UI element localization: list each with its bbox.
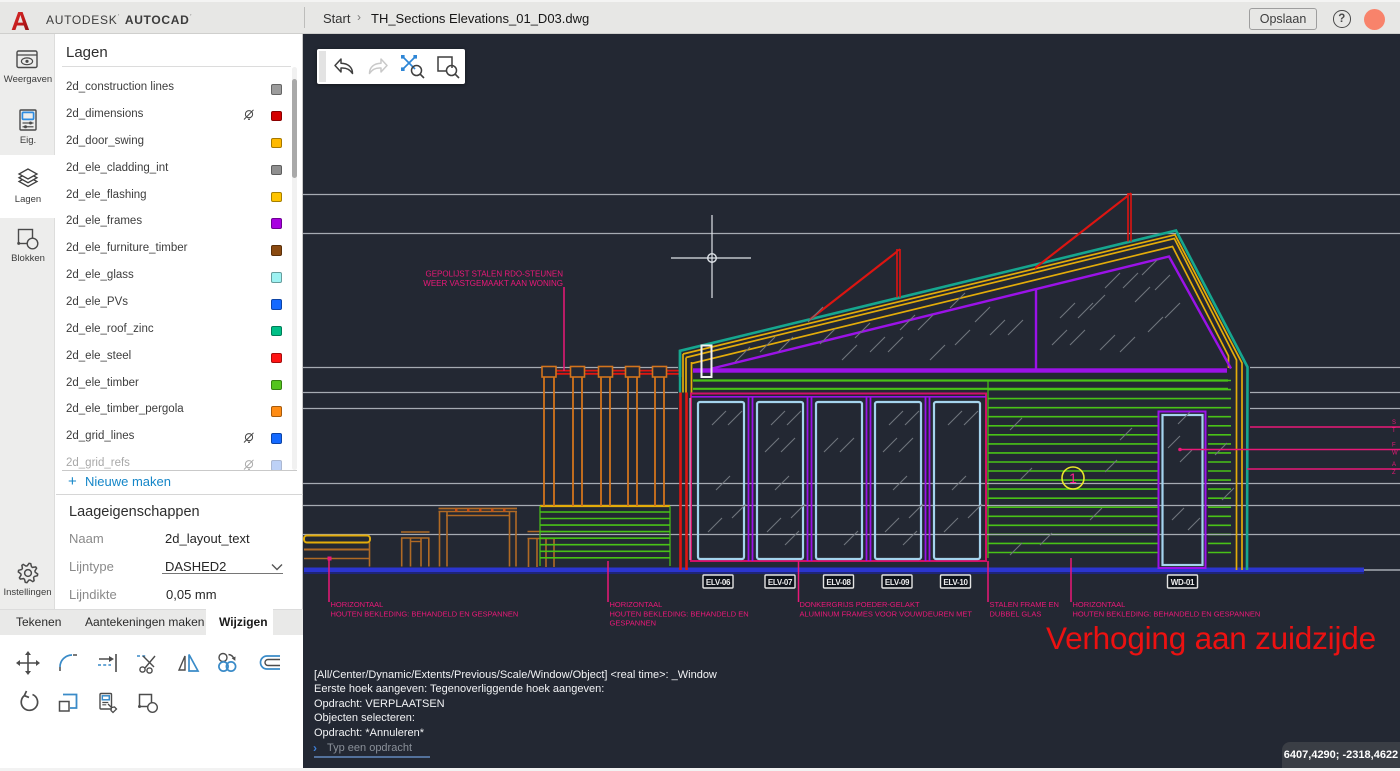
svg-text:DUBBEL GLAS: DUBBEL GLAS <box>990 609 1042 618</box>
svg-text:DONKERGRIJS POEDER-GELAKT: DONKERGRIJS POEDER-GELAKT <box>800 600 920 609</box>
svg-text:ELV-08: ELV-08 <box>826 578 851 587</box>
svg-text:A: A <box>11 7 30 32</box>
svg-text:WEER VASTGEMAAKT AAN WONING: WEER VASTGEMAAKT AAN WONING <box>423 279 563 288</box>
svg-text:ELV-10: ELV-10 <box>943 578 968 587</box>
svg-text:HOUTEN BEKLEDING: BEHANDELD EN: HOUTEN BEKLEDING: BEHANDELD EN GESPANNEN <box>331 609 519 618</box>
svg-text:Z: Z <box>1392 470 1396 476</box>
svg-text:HORIZONTAAL: HORIZONTAAL <box>610 600 663 609</box>
svg-text:ELV-09: ELV-09 <box>885 578 910 587</box>
svg-text:A: A <box>1392 462 1396 468</box>
svg-text:WD-01: WD-01 <box>1171 578 1195 587</box>
svg-text:ELV-06: ELV-06 <box>706 578 731 587</box>
svg-text:S: S <box>1392 420 1396 426</box>
svg-text:Verhoging aan zuidzijde: Verhoging aan zuidzijde <box>1046 620 1376 656</box>
svg-text:HOUTEN BEKLEDING: BEHANDELD EN: HOUTEN BEKLEDING: BEHANDELD EN GESPANNEN <box>1073 609 1261 618</box>
svg-text:T: T <box>1392 428 1396 434</box>
svg-text:STALEN FRAME EN: STALEN FRAME EN <box>990 600 1059 609</box>
svg-text:ALUMINUM FRAMES VOOR VOUWDEURE: ALUMINUM FRAMES VOOR VOUWDEUREN MET <box>800 609 973 618</box>
svg-text:W: W <box>1392 451 1398 457</box>
svg-text:1: 1 <box>1069 470 1077 486</box>
svg-text:GEPOLIJST STALEN RDO-STEUNEN: GEPOLIJST STALEN RDO-STEUNEN <box>425 270 563 279</box>
svg-text:HORIZONTAAL: HORIZONTAAL <box>331 600 384 609</box>
svg-text:ELV-07: ELV-07 <box>768 578 793 587</box>
svg-text:HORIZONTAAL: HORIZONTAAL <box>1073 600 1126 609</box>
svg-text:F: F <box>1392 443 1396 449</box>
svg-text:HOUTEN BEKLEDING: BEHANDELD EN: HOUTEN BEKLEDING: BEHANDELD EN <box>610 609 749 618</box>
svg-text:GESPANNEN: GESPANNEN <box>610 619 657 628</box>
